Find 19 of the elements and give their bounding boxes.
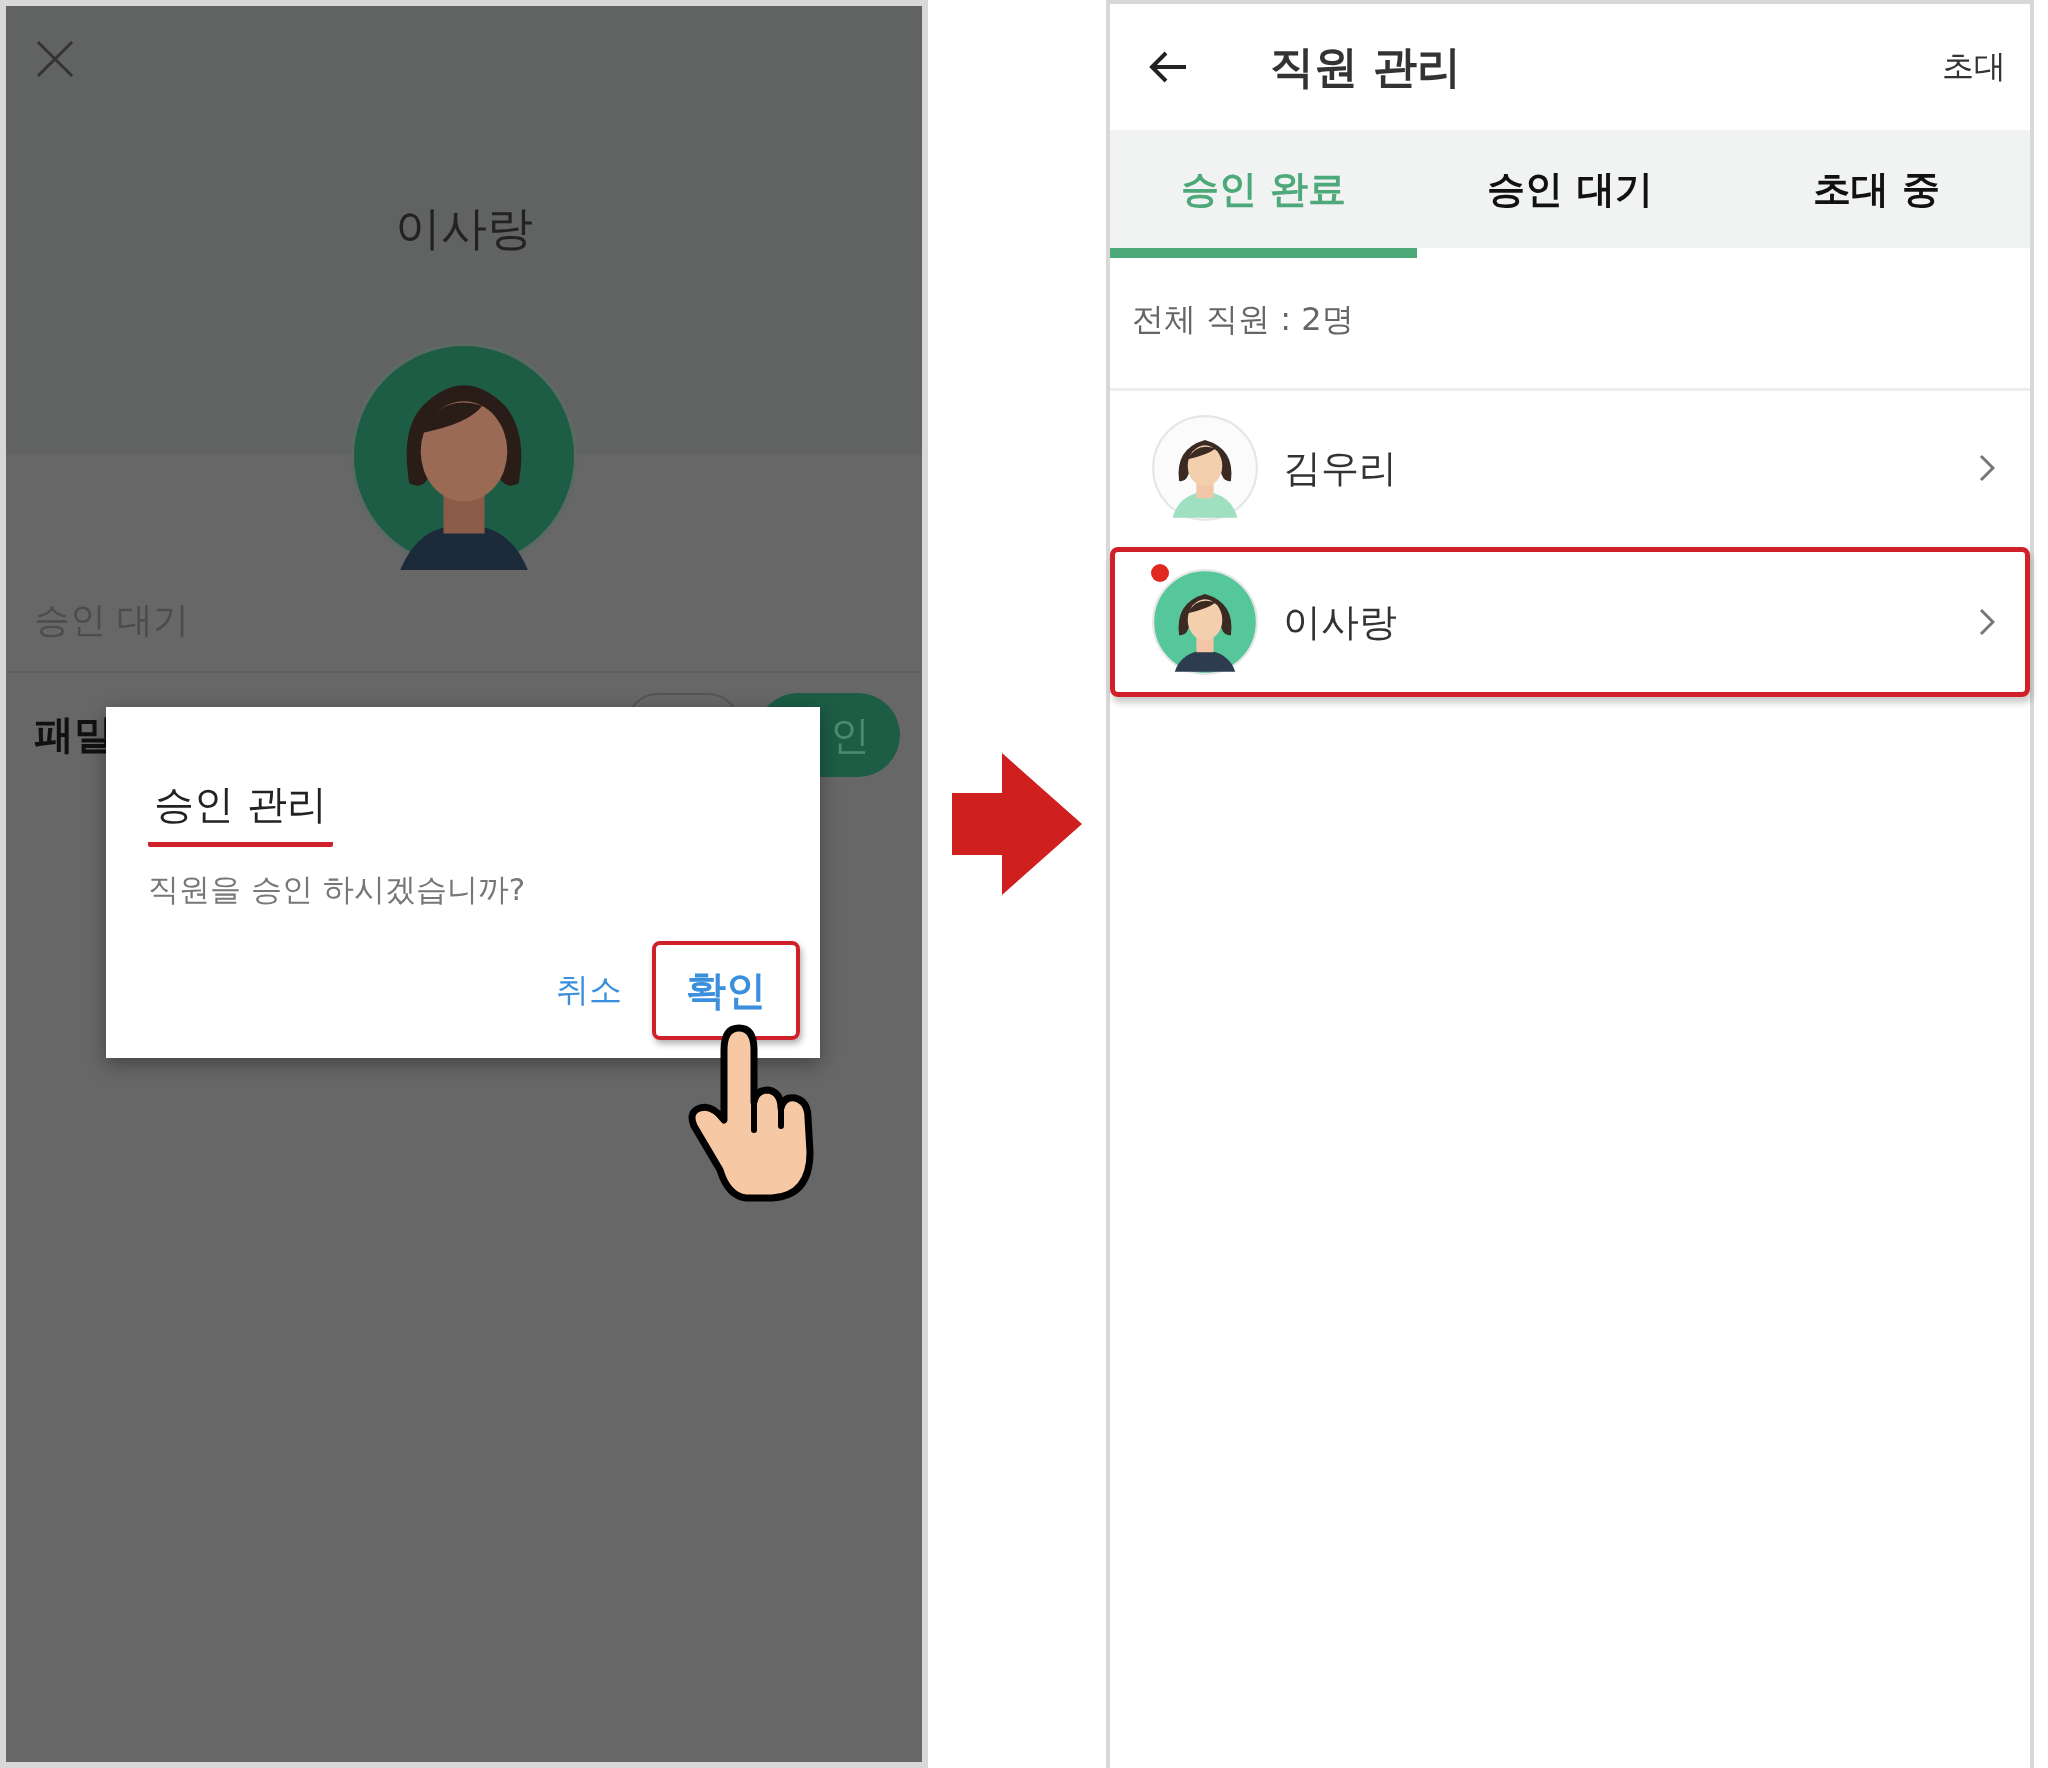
avatar-icon xyxy=(350,342,578,570)
tab[interactable]: 승인 대기 xyxy=(1416,130,1724,248)
profile-name: 이사랑 xyxy=(395,200,533,257)
staff-list-item[interactable]: 김우리 xyxy=(1110,393,2030,543)
dialog-title: 승인 관리 xyxy=(148,777,333,847)
staff-list-item[interactable]: 이사랑 xyxy=(1110,547,2030,697)
invite-button[interactable]: 초대 xyxy=(1936,44,2012,90)
dialog-message: 직원을 승인 하시겠습니까? xyxy=(148,870,527,909)
back-arrow-icon[interactable] xyxy=(1148,51,1188,83)
screen-title: 직원 관리 xyxy=(1270,39,1463,94)
chevron-right-icon xyxy=(1979,608,1995,636)
avatar-icon xyxy=(1151,568,1259,676)
arrow-icon xyxy=(952,753,1082,895)
staff-count: 전체 직원 : 2명 xyxy=(1131,299,1355,340)
avatar-icon xyxy=(1151,414,1259,522)
chevron-right-icon xyxy=(1979,454,1995,482)
staff-name: 김우리 xyxy=(1283,444,1398,492)
staff-name: 이사랑 xyxy=(1283,598,1398,646)
tab[interactable]: 초대 중 xyxy=(1723,130,2030,248)
